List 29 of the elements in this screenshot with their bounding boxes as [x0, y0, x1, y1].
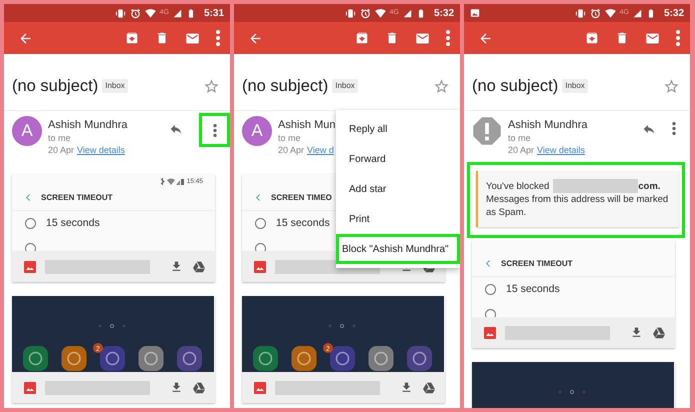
- inbox-label: Inbox: [562, 79, 588, 93]
- clock-time: 5:32: [434, 6, 454, 20]
- notice-text: You've blocked: [486, 180, 550, 192]
- screen-title: SCREEN TIMEOUT: [501, 258, 573, 270]
- notice-text: com.: [638, 180, 660, 192]
- sender-avatar: A: [242, 116, 272, 146]
- sender-avatar: A: [12, 116, 42, 146]
- notice-message: Messages from this address will be marked as Spam.: [486, 193, 670, 219]
- email-date: 20 Apr: [48, 144, 74, 156]
- sender-name: Ashish Mundhra: [48, 118, 128, 132]
- recipient-text: to me: [48, 132, 71, 144]
- inbox-label: Inbox: [332, 79, 358, 93]
- email-subject: (no subject): [12, 76, 98, 97]
- clock-time: 5:32: [664, 6, 684, 20]
- sender-name: Ashish Mun: [278, 118, 336, 132]
- recipient-text: to me: [278, 132, 301, 144]
- email-date: 20 Apr: [508, 144, 534, 156]
- screen-title: SCREEN TIMEOUT: [41, 192, 113, 204]
- option-label: 15 seconds: [46, 216, 100, 231]
- clock-time: 5:31: [204, 6, 224, 20]
- email-date: 20 Apr: [278, 144, 304, 156]
- inbox-label: Inbox: [102, 79, 128, 93]
- recipient-text: to me: [508, 132, 531, 144]
- sender-name: Ashish Mundhra: [508, 118, 588, 132]
- screen-title: SCREEN TIMEO: [271, 192, 332, 204]
- option-label: 15 seconds: [276, 216, 330, 231]
- option-label: 15 seconds: [506, 282, 560, 297]
- email-subject: (no subject): [242, 76, 328, 97]
- email-subject: (no subject): [472, 76, 558, 97]
